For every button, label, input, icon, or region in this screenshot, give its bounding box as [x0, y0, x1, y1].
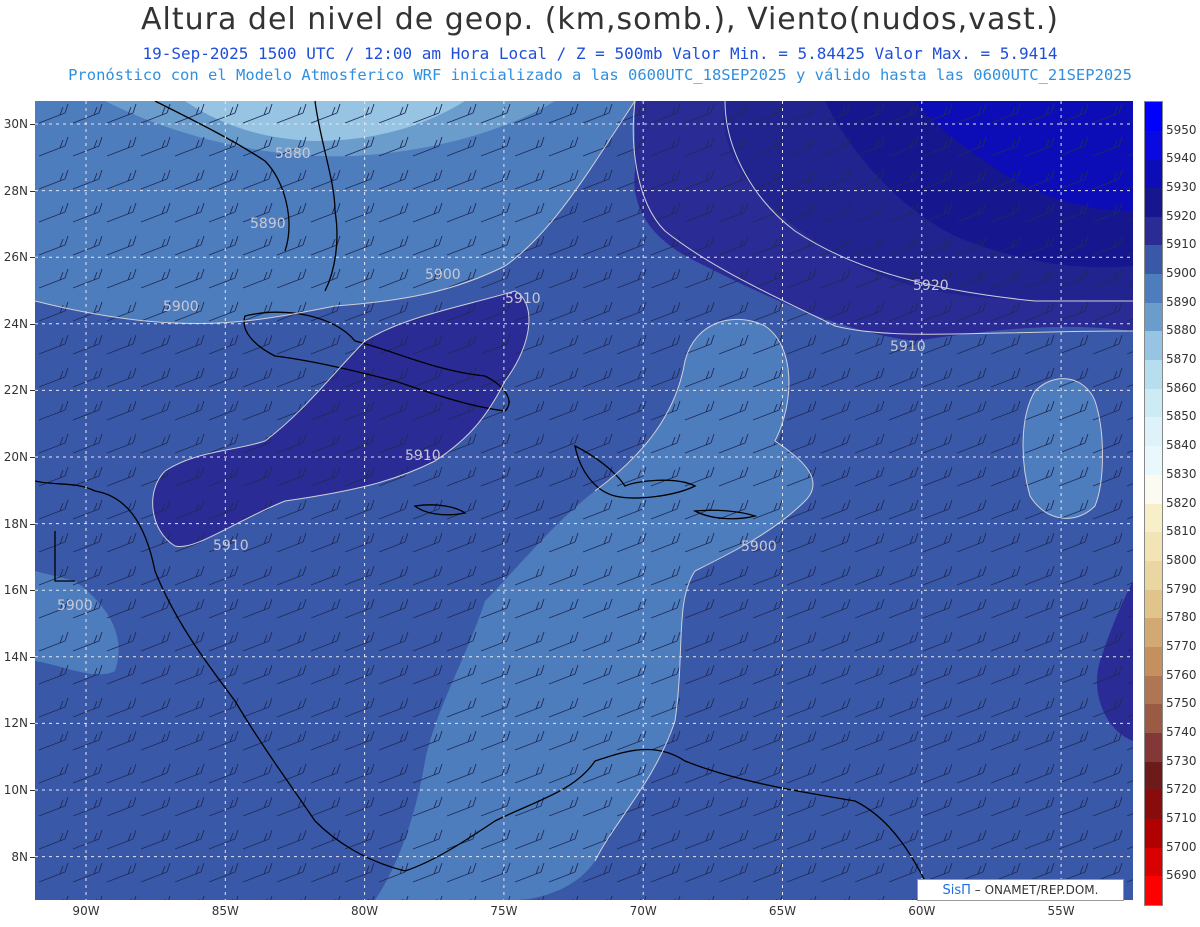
latitude-label: 28N [3, 183, 28, 198]
map-title: Altura del nivel de geop. (km,somb.), Vi… [141, 2, 1059, 37]
latitude-label: 30N [3, 117, 28, 131]
colorbar-swatch [1145, 675, 1162, 705]
colorbar-level-label: 5740 [1166, 724, 1197, 739]
colorbar-swatch [1145, 216, 1162, 246]
colorbar-swatch [1145, 274, 1162, 304]
longitude-label: 60W [908, 904, 936, 918]
colorbar-swatch [1145, 360, 1162, 390]
contour-label: 5910 [405, 448, 441, 464]
colorbar-swatch [1145, 388, 1162, 418]
colorbar-swatch [1145, 876, 1162, 906]
latitude-label: 16N [3, 583, 28, 598]
latitude-label: 26N [3, 250, 28, 265]
longitude-label: 65W [768, 904, 797, 918]
colorbar-level-label: 5770 [1166, 638, 1197, 653]
colorbar-swatch [1145, 790, 1162, 820]
contour-label: 5900 [425, 267, 461, 283]
colorbar-level-label: 5950 [1166, 122, 1197, 137]
contour-label: 5900 [57, 598, 93, 614]
longitude-label: 70W [629, 904, 657, 918]
colorbar-level-label: 5830 [1166, 466, 1197, 481]
colorbar-swatch [1145, 331, 1162, 361]
contour-label: 5880 [275, 146, 311, 162]
latitude-label: 14N [3, 649, 28, 664]
wind-barbs [35, 101, 1133, 900]
contour-label: 5910 [213, 538, 249, 554]
latitude-axis: 30N 28N 26N 24N 22N 20N 18N 16N 14N 12N 10N 8N [0, 101, 35, 900]
latitude-label: 24N [3, 316, 28, 331]
longitude-axis: 90W 85W 80W 75W 70W 65W 60W 55W [35, 901, 1133, 921]
sispi-logo: SisΠ [942, 883, 971, 898]
colorbar-level-label: 5790 [1166, 581, 1197, 596]
latitude-label: 10N [3, 783, 28, 797]
colorbar-level-label: 5760 [1166, 667, 1197, 682]
colorbar-level-label: 5900 [1166, 266, 1197, 281]
colorbar-level-label: 5800 [1166, 552, 1197, 567]
valid-time-line: 19-Sep-2025 1500 UTC / 12:00 am Hora Loc… [142, 44, 1058, 63]
credit-box: SisΠ – ONAMET/REP.DOM. [917, 879, 1124, 901]
latitude-label: 8N [11, 849, 28, 864]
contour-label: 5920 [913, 278, 949, 294]
contour-label: 5900 [163, 299, 199, 315]
colorbar-swatch [1145, 646, 1162, 677]
colorbar-level-label: 5920 [1166, 208, 1197, 223]
colorbar-level-label: 5870 [1166, 352, 1197, 367]
colorbar-swatch [1145, 847, 1162, 877]
colorbar-level-label: 5840 [1166, 438, 1197, 453]
colorbar-swatch [1145, 532, 1162, 562]
colorbar-swatch [1145, 245, 1162, 275]
contour-label: 5900 [741, 539, 777, 555]
colorbar-swatch [1145, 761, 1162, 791]
credit-text: – ONAMET/REP.DOM. [970, 883, 1099, 897]
colorbar-swatch [1145, 704, 1162, 734]
colorbar-level-label: 5880 [1166, 323, 1197, 338]
colorbar-swatch [1145, 618, 1162, 648]
colorbar-swatch [1145, 417, 1162, 447]
colorbar-level-label: 5750 [1166, 696, 1197, 711]
colorbar-level-label: 5930 [1166, 180, 1197, 195]
colorbar-level-label: 5890 [1166, 294, 1197, 309]
contour-label: 5890 [250, 216, 286, 232]
colorbar-swatch [1145, 560, 1162, 591]
longitude-label: 80W [351, 904, 379, 918]
colorbar-level-label: 5860 [1166, 380, 1197, 395]
latitude-label: 18N [3, 516, 28, 531]
colorbar-swatch [1145, 474, 1162, 504]
latitude-label: 20N [3, 450, 28, 464]
colorbar-level-label: 5720 [1166, 782, 1197, 797]
colorbar-swatch [1145, 302, 1162, 332]
colorbar-swatch [1145, 503, 1162, 533]
latitude-label: 22N [3, 383, 28, 398]
colorbar-level-label: 5780 [1166, 610, 1197, 625]
latitude-label: 12N [3, 716, 28, 731]
colorbar-level-label: 5690 [1166, 868, 1197, 883]
colorbar-swatch [1145, 732, 1162, 763]
colorbar-swatch [1145, 159, 1162, 189]
forecast-info-line: Pronóstico con el Modelo Atmosferico WRF… [68, 66, 1132, 84]
colorbar-level-label: 5910 [1166, 237, 1197, 252]
colorbar-swatch [1145, 130, 1162, 160]
colorbar-swatch [1145, 188, 1162, 218]
longitude-label: 75W [490, 904, 518, 918]
colorbar-level-label: 5810 [1166, 524, 1197, 539]
colorbar [1144, 101, 1163, 906]
colorbar-level-label: 5850 [1166, 409, 1197, 424]
longitude-label: 90W [72, 904, 100, 918]
colorbar-swatch [1145, 818, 1162, 849]
contour-label: 5910 [505, 291, 541, 307]
colorbar-level-label: 5700 [1166, 839, 1197, 854]
geopotential-map: 5880 5890 5900 5900 5910 5920 5910 5900 … [35, 101, 1133, 900]
longitude-label: 55W [1047, 904, 1075, 918]
colorbar-level-label: 5820 [1166, 495, 1197, 510]
colorbar-level-label: 5940 [1166, 151, 1197, 166]
contour-label: 5910 [890, 339, 926, 355]
colorbar-swatch [1145, 446, 1162, 476]
colorbar-swatch [1145, 589, 1162, 619]
colorbar-level-label: 5710 [1166, 810, 1197, 825]
longitude-label: 85W [211, 904, 239, 918]
colorbar-level-label: 5730 [1166, 753, 1197, 768]
colorbar-swatch [1145, 102, 1162, 132]
